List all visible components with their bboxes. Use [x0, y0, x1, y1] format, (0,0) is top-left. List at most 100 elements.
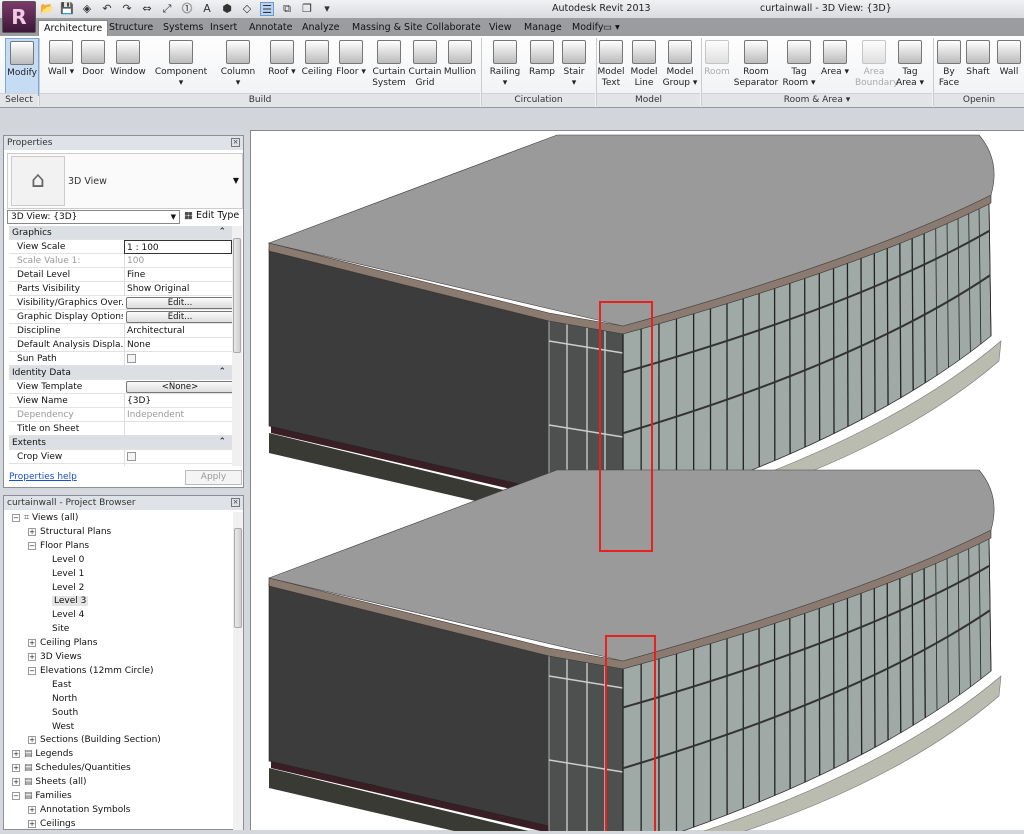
browser-scrollbar[interactable]: [233, 512, 243, 830]
collapse-icon[interactable]: −: [28, 667, 36, 675]
tree-item-annotation-symbols[interactable]: +Annotation Symbols: [28, 805, 130, 815]
roof-button[interactable]: Roof ▾: [268, 38, 296, 78]
tree-item-views-all-[interactable]: −⌗ Views (all): [12, 513, 78, 523]
section-icon[interactable]: ◇: [240, 2, 254, 16]
tree-item-ceilings[interactable]: +Ceilings: [28, 819, 75, 829]
floor-button[interactable]: Floor ▾: [336, 38, 366, 78]
collapse-icon[interactable]: ⌃: [218, 437, 226, 447]
wall-opening-button[interactable]: Wall: [996, 38, 1022, 78]
door-button[interactable]: Door: [80, 38, 106, 78]
room-button[interactable]: Room: [703, 38, 731, 78]
tree-item-level-1[interactable]: Level 1: [52, 569, 84, 579]
tree-item-east[interactable]: East: [52, 680, 71, 690]
tree-item-north[interactable]: North: [52, 694, 77, 704]
tree-item-ceiling-plans[interactable]: +Ceiling Plans: [28, 638, 97, 648]
property-button[interactable]: Edit...: [126, 311, 234, 323]
tab-view[interactable]: View: [484, 20, 517, 36]
expand-icon[interactable]: +: [12, 764, 20, 772]
ramp-button[interactable]: Ramp: [526, 38, 558, 78]
ceiling-button[interactable]: Ceiling: [298, 38, 336, 78]
model-text-button[interactable]: Model Text: [596, 38, 626, 89]
expand-icon[interactable]: +: [28, 639, 36, 647]
checkbox[interactable]: [127, 354, 136, 363]
tab-manage[interactable]: Manage: [519, 20, 567, 36]
tag-area-button[interactable]: Tag Area ▾: [895, 38, 925, 89]
tag-icon[interactable]: ⓵: [180, 2, 194, 16]
expand-icon[interactable]: +: [28, 653, 36, 661]
sync-icon[interactable]: ◈: [80, 2, 94, 16]
properties-help-link[interactable]: Properties help: [9, 472, 77, 482]
tab-architecture[interactable]: Architecture: [38, 20, 108, 36]
tab-structure[interactable]: Structure: [104, 20, 158, 36]
close-icon[interactable]: ×: [231, 498, 240, 507]
tab-insert[interactable]: Insert: [205, 20, 242, 36]
apply-button[interactable]: Apply: [185, 470, 242, 485]
window-button[interactable]: Window: [110, 38, 146, 78]
open-icon[interactable]: 📂: [40, 2, 54, 16]
collapse-icon[interactable]: −: [12, 792, 20, 800]
properties-scrollbar[interactable]: [232, 226, 242, 466]
tab-collaborate[interactable]: Collaborate: [421, 20, 486, 36]
area-boundary-button[interactable]: Area Boundary: [855, 38, 893, 89]
checkbox[interactable]: [127, 452, 136, 461]
modify-button[interactable]: Modify: [5, 38, 39, 96]
component-button[interactable]: Component ▾: [152, 38, 210, 89]
property-button[interactable]: <None>: [126, 381, 234, 393]
expand-icon[interactable]: +: [28, 820, 36, 828]
tree-item-families[interactable]: −▤ Families: [12, 791, 72, 801]
expand-icon[interactable]: +: [28, 806, 36, 814]
collapse-icon[interactable]: ⌃: [218, 367, 226, 377]
tree-item-level-0[interactable]: Level 0: [52, 555, 84, 565]
wall-button[interactable]: Wall ▾: [45, 38, 77, 78]
tab-annotate[interactable]: Annotate: [244, 20, 297, 36]
application-menu-button[interactable]: R: [2, 1, 36, 33]
shaft-button[interactable]: Shaft: [965, 38, 991, 78]
scrollbar-thumb[interactable]: [234, 528, 242, 628]
tree-item-sections-building-section-[interactable]: +Sections (Building Section): [28, 735, 161, 745]
undo-icon[interactable]: ↶: [100, 2, 114, 16]
edit-type-button[interactable]: ▦ Edit Type: [184, 210, 239, 221]
tree-item-south[interactable]: South: [52, 708, 78, 718]
tab-massing-site[interactable]: Massing & Site: [347, 20, 427, 36]
tree-item-level-3[interactable]: Level 3: [52, 596, 88, 606]
property-button[interactable]: Edit...: [126, 297, 234, 309]
section-identity-data[interactable]: Identity Data⌃: [9, 366, 232, 380]
tag-room-button[interactable]: Tag Room ▾: [782, 38, 816, 89]
redo-icon[interactable]: ↷: [120, 2, 134, 16]
section-extents[interactable]: Extents⌃: [9, 436, 232, 450]
3d-view-icon[interactable]: ⬢: [220, 2, 234, 16]
customize-icon[interactable]: ▾: [320, 2, 334, 16]
curtain-system-button[interactable]: Curtain System: [371, 38, 407, 89]
expand-icon[interactable]: +: [12, 778, 20, 786]
curtain-grid-button[interactable]: Curtain Grid: [408, 38, 442, 89]
by-face-button[interactable]: By Face: [935, 38, 963, 89]
align-icon[interactable]: ⇔: [140, 2, 154, 16]
tree-item-schedules-quantities[interactable]: +▤ Schedules/Quantities: [12, 763, 131, 773]
tree-item-structural-plans[interactable]: +Structural Plans: [28, 527, 111, 537]
tree-item-3d-views[interactable]: +3D Views: [28, 652, 82, 662]
ribbon-minimize-button[interactable]: ▭ ▾: [598, 20, 625, 36]
column-button[interactable]: Column ▾: [218, 38, 258, 89]
model-group-button[interactable]: Model Group ▾: [662, 38, 698, 89]
tree-item-level-4[interactable]: Level 4: [52, 610, 84, 620]
expand-icon[interactable]: +: [28, 528, 36, 536]
tree-item-sheets-all-[interactable]: +▤ Sheets (all): [12, 777, 86, 787]
tree-item-floor-plans[interactable]: −Floor Plans: [28, 541, 89, 551]
tab-systems[interactable]: Systems: [158, 20, 208, 36]
save-icon[interactable]: 💾: [60, 2, 74, 16]
tree-item-west[interactable]: West: [52, 722, 74, 732]
mullion-button[interactable]: Mullion: [442, 38, 478, 78]
thin-lines-icon[interactable]: ☰: [260, 2, 274, 16]
switch-windows-icon[interactable]: ❐: [300, 2, 314, 16]
scrollbar-thumb[interactable]: [233, 238, 241, 353]
tree-item-elevations-12mm-circle-[interactable]: −Elevations (12mm Circle): [28, 666, 154, 676]
expand-icon[interactable]: +: [28, 736, 36, 744]
3d-viewport[interactable]: [250, 130, 1024, 830]
tree-item-legends[interactable]: +▤ Legends: [12, 749, 73, 759]
type-selector[interactable]: ⌂ 3D View ▼: [7, 153, 243, 209]
text-icon[interactable]: A: [200, 2, 214, 16]
collapse-icon[interactable]: −: [28, 542, 36, 550]
railing-button[interactable]: Railing ▾: [488, 38, 522, 89]
section-graphics[interactable]: Graphics⌃: [9, 226, 232, 240]
tree-item-site[interactable]: Site: [52, 624, 69, 634]
